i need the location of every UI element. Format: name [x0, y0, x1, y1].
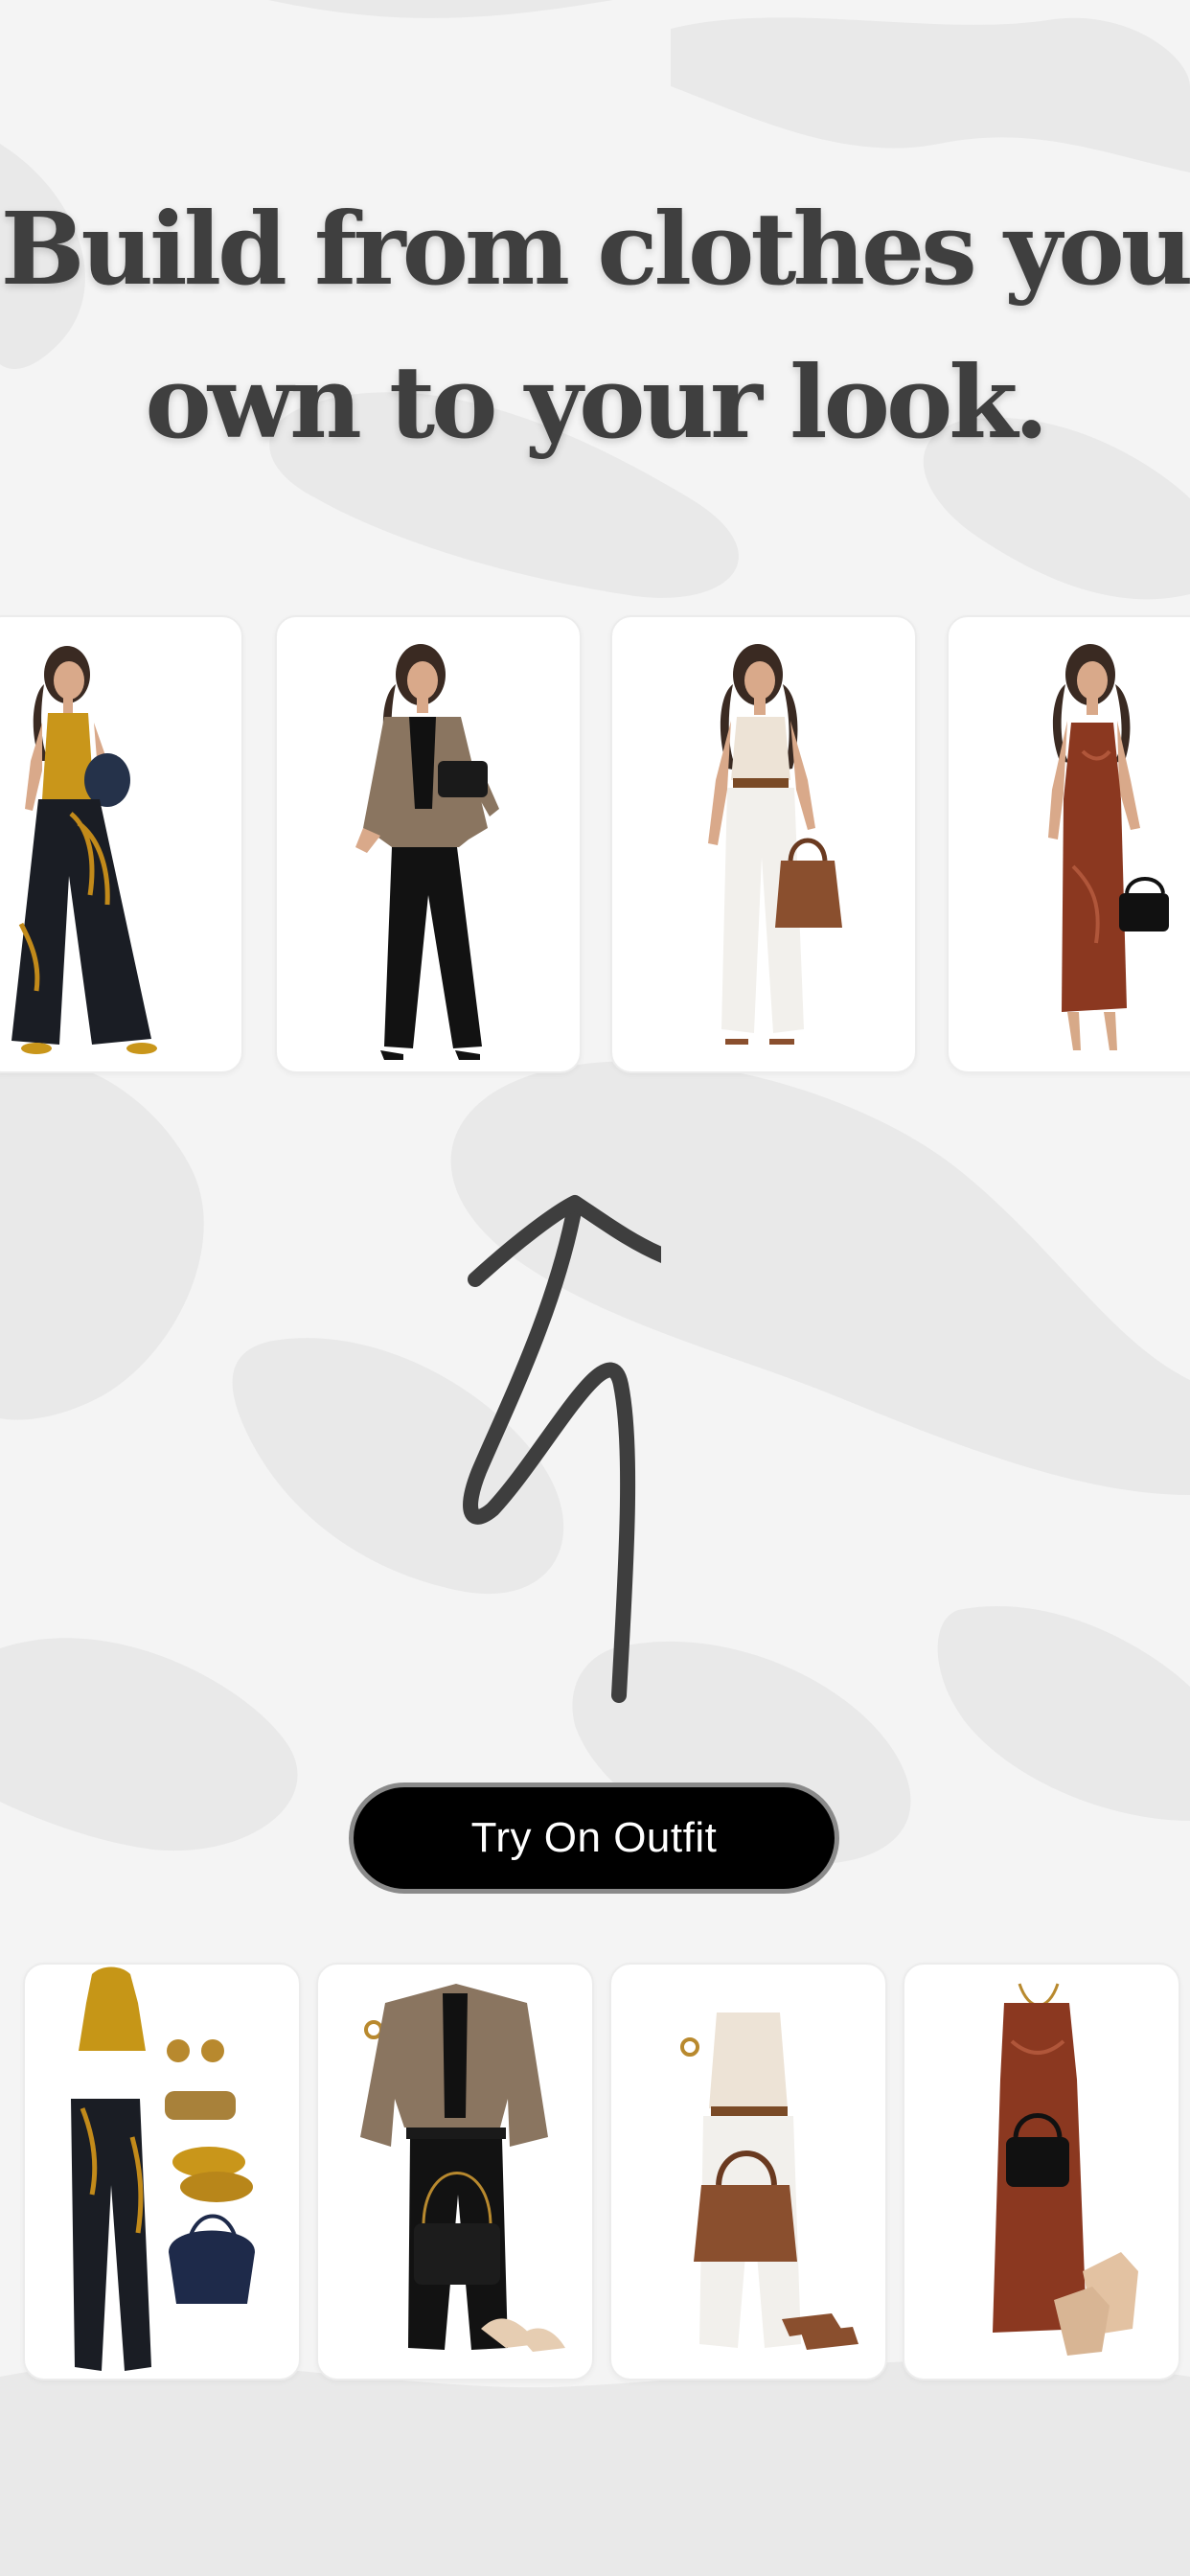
headline-line-1: Build from clothes you [0, 190, 1190, 308]
flatlay-mustard-items [71, 1966, 255, 2371]
flatlay-tweed-items [360, 1984, 565, 2352]
model-cream-tank-figure [708, 644, 842, 1045]
page-headline: Build from clothes you own to your look. [0, 172, 1190, 479]
model-mustard-halter-figure [11, 646, 157, 1054]
try-on-outfit-button[interactable]: Try On Outfit [349, 1782, 839, 1894]
look-card-cream[interactable] [610, 615, 917, 1073]
flatlay-card-tweed[interactable] [316, 1963, 594, 2380]
model-tweed-blazer-figure [355, 644, 499, 1060]
flatlay-rust-items [993, 1983, 1138, 2356]
look-card-mustard[interactable] [0, 615, 243, 1073]
look-card-tweed[interactable] [275, 615, 582, 1073]
try-on-outfit-label: Try On Outfit [470, 1814, 718, 1861]
flatlay-cream-items [680, 2012, 858, 2350]
hand-drawn-arrow-icon [463, 1195, 661, 1703]
flatlay-card-rust[interactable] [903, 1963, 1180, 2380]
flatlay-card-mustard[interactable] [23, 1963, 301, 2380]
model-rust-slip-dress-figure [1048, 644, 1169, 1050]
look-card-rust[interactable] [947, 615, 1190, 1073]
flatlay-card-cream[interactable] [609, 1963, 887, 2380]
headline-line-2: own to your look. [145, 343, 1048, 461]
